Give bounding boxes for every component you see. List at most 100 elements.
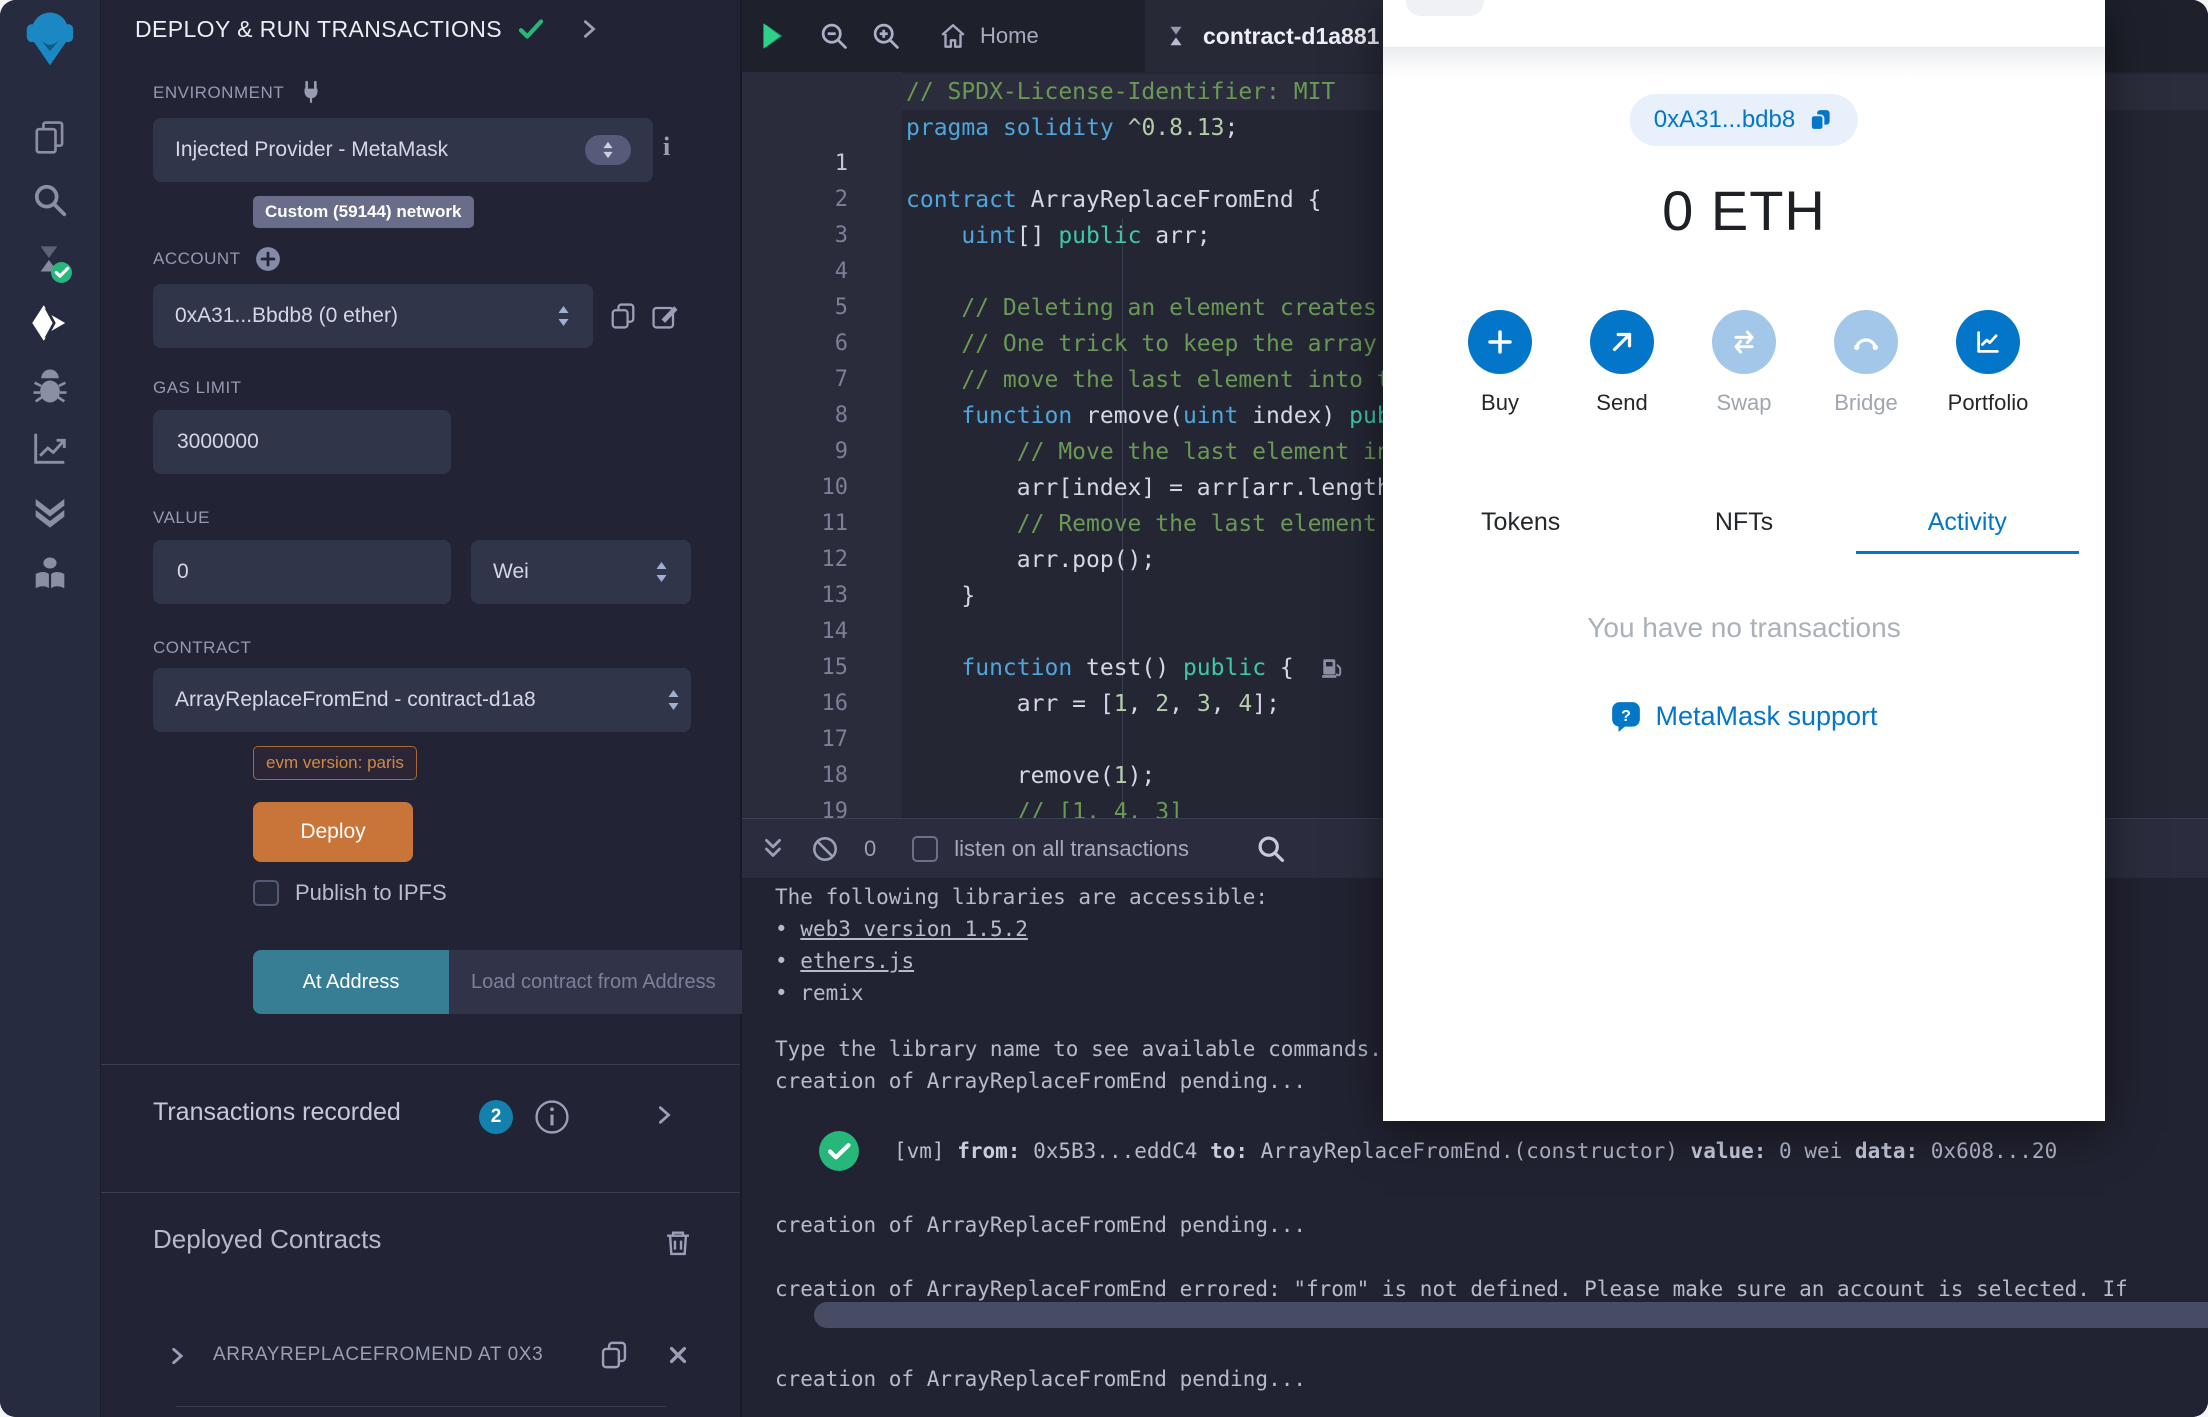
- help-chat-icon: ?: [1610, 700, 1642, 732]
- edit-account-icon[interactable]: [649, 300, 681, 332]
- metamask-tab-activity[interactable]: Activity: [1856, 498, 2079, 547]
- code-line: uint[] public arr;: [961, 223, 1211, 249]
- line-number: 16: [821, 691, 849, 716]
- action-label: Send: [1596, 390, 1648, 415]
- line-number: 17: [821, 727, 849, 752]
- action-label: Portfolio: [1947, 390, 2029, 415]
- expand-contract-chevron-icon[interactable]: [167, 1346, 187, 1366]
- success-check-icon: [819, 1131, 859, 1171]
- deployed-contract-item[interactable]: ARRAYREPLACEFROMEND AT 0X3: [101, 1330, 740, 1386]
- gas-limit-input[interactable]: [175, 429, 429, 455]
- terminal-expand-chevrons-icon[interactable]: [760, 836, 786, 862]
- empty-transactions-text: You have no transactions: [1587, 612, 1901, 643]
- add-account-icon[interactable]: [255, 246, 281, 272]
- terminal-count: 0: [864, 835, 877, 861]
- code-line: }: [906, 583, 976, 609]
- terminal-horizontal-scrollbar[interactable]: [814, 1302, 2208, 1328]
- solidity-compiler-icon[interactable]: [0, 238, 100, 284]
- search-icon[interactable]: [0, 178, 100, 222]
- transactions-expand-chevron-icon[interactable]: [653, 1104, 675, 1126]
- publish-ipfs-checkbox[interactable]: [253, 880, 279, 906]
- divider: [176, 1406, 666, 1407]
- listen-transactions-label: listen on all transactions: [954, 835, 1190, 861]
- deployed-contract-label: ARRAYREPLACEFROMEND AT 0X3: [213, 1344, 544, 1365]
- code-line: // [1, 4, 3]: [1016, 799, 1183, 818]
- terminal-line[interactable]: • web3 version 1.5.2: [775, 914, 1028, 944]
- unit-sort-icon: [654, 560, 669, 584]
- active-tab-underline: [1856, 551, 2079, 554]
- listen-transactions-checkbox[interactable]: [912, 835, 939, 862]
- environment-info-icon[interactable]: i: [663, 132, 670, 162]
- at-address-button[interactable]: At Address: [253, 950, 449, 1014]
- metamask-header: [1383, 0, 2105, 48]
- metamask-tab-nfts[interactable]: NFTs: [1632, 498, 1855, 547]
- terminal-search-icon[interactable]: [1255, 833, 1287, 865]
- publish-ipfs-label: Publish to IPFS: [295, 880, 447, 905]
- terminal-line[interactable]: • ethers.js: [775, 946, 914, 976]
- deploy-run-icon[interactable]: [0, 300, 100, 346]
- value-input[interactable]: [175, 559, 429, 585]
- gas-pump-icon: [1321, 659, 1341, 678]
- zoom-in-icon[interactable]: [870, 20, 902, 52]
- remix-logo[interactable]: [0, 6, 100, 68]
- terminal-line: creation of ArrayReplaceFromEnd errored:…: [775, 1277, 2128, 1301]
- run-script-play-icon[interactable]: [756, 19, 790, 53]
- plug-icon[interactable]: [298, 80, 324, 106]
- account-select[interactable]: 0xA31...Bbdb8 (0 ether): [153, 284, 593, 348]
- gas-limit-input-wrap: [153, 410, 451, 474]
- portfolio-button[interactable]: Portfolio: [1930, 310, 2046, 416]
- panel-title: DEPLOY & RUN TRANSACTIONS: [135, 15, 503, 42]
- line-number: 5: [834, 295, 848, 320]
- environment-select[interactable]: Injected Provider - MetaMask: [153, 118, 653, 182]
- network-selector-pill-fragment[interactable]: [1406, 0, 1484, 16]
- header-shadow: [1383, 48, 2105, 78]
- zoom-out-icon[interactable]: [818, 20, 850, 52]
- divider: [101, 1064, 740, 1065]
- tab-home[interactable]: Home: [938, 21, 1039, 51]
- plugin-manager-icon[interactable]: [0, 552, 100, 596]
- solidity-file-icon: [1163, 23, 1189, 49]
- plus-icon: [1468, 310, 1532, 374]
- metamask-tab-tokens[interactable]: Tokens: [1409, 498, 1632, 547]
- debugger-icon[interactable]: [0, 364, 100, 408]
- remove-contract-close-icon[interactable]: [667, 1344, 689, 1366]
- account-sort-icon: [556, 304, 571, 328]
- terminal-link: ethers.js: [800, 949, 915, 973]
- network-badge: Custom (59144) network: [253, 196, 474, 228]
- deploy-button[interactable]: Deploy: [253, 802, 413, 862]
- svg-text:?: ?: [1622, 708, 1632, 725]
- contract-select[interactable]: ArrayReplaceFromEnd - contract-d1a8: [153, 668, 691, 732]
- terminal-vm-transaction-line[interactable]: [vm] from: 0x5B3...eddC4 to: ArrayReplac…: [818, 1130, 2057, 1172]
- send-button[interactable]: Send: [1564, 310, 1680, 416]
- panel-collapse-chevron-icon[interactable]: [578, 18, 600, 40]
- line-number: 6: [834, 331, 848, 356]
- transactions-info-icon[interactable]: [533, 1098, 571, 1136]
- buy-button[interactable]: Buy: [1442, 310, 1558, 416]
- copy-account-icon[interactable]: [607, 300, 639, 332]
- unit-testing-icon[interactable]: [0, 488, 100, 532]
- terminal-line: The following libraries are accessible:: [775, 885, 1269, 909]
- clear-deployed-trash-icon[interactable]: [661, 1226, 695, 1260]
- metamask-support-link[interactable]: ? MetaMask support: [1383, 700, 2105, 732]
- line-number: 12: [821, 547, 849, 572]
- code-line: // Remove the last element: [1016, 511, 1377, 537]
- copy-contract-address-icon[interactable]: [597, 1338, 631, 1372]
- code-line: // SPDX-License-Identifier: MIT: [906, 79, 1336, 105]
- clear-console-block-icon[interactable]: [810, 834, 840, 864]
- action-label: Swap: [1716, 390, 1772, 415]
- file-explorer-icon[interactable]: [0, 116, 100, 160]
- action-label: Bridge: [1834, 390, 1898, 415]
- transactions-count-badge: 2: [479, 1100, 513, 1134]
- metamask-account-pill[interactable]: 0xA31...bdb8: [1629, 94, 1859, 146]
- transactions-recorded-row: Transactions recorded 2: [101, 1090, 740, 1146]
- portfolio-chart-icon: [1956, 310, 2020, 374]
- line-number: 3: [834, 223, 848, 248]
- eth-balance: 0 ETH: [1662, 179, 1826, 242]
- terminal-line: Type the library name to see available c…: [775, 1037, 1382, 1061]
- value-unit-select[interactable]: Wei: [471, 540, 691, 604]
- statistics-icon[interactable]: [0, 426, 100, 470]
- gas-limit-label: GAS LIMIT: [153, 378, 242, 397]
- transactions-recorded-label: Transactions recorded: [153, 1098, 401, 1126]
- at-address-input[interactable]: [449, 950, 791, 1014]
- value-label: VALUE: [153, 508, 210, 527]
